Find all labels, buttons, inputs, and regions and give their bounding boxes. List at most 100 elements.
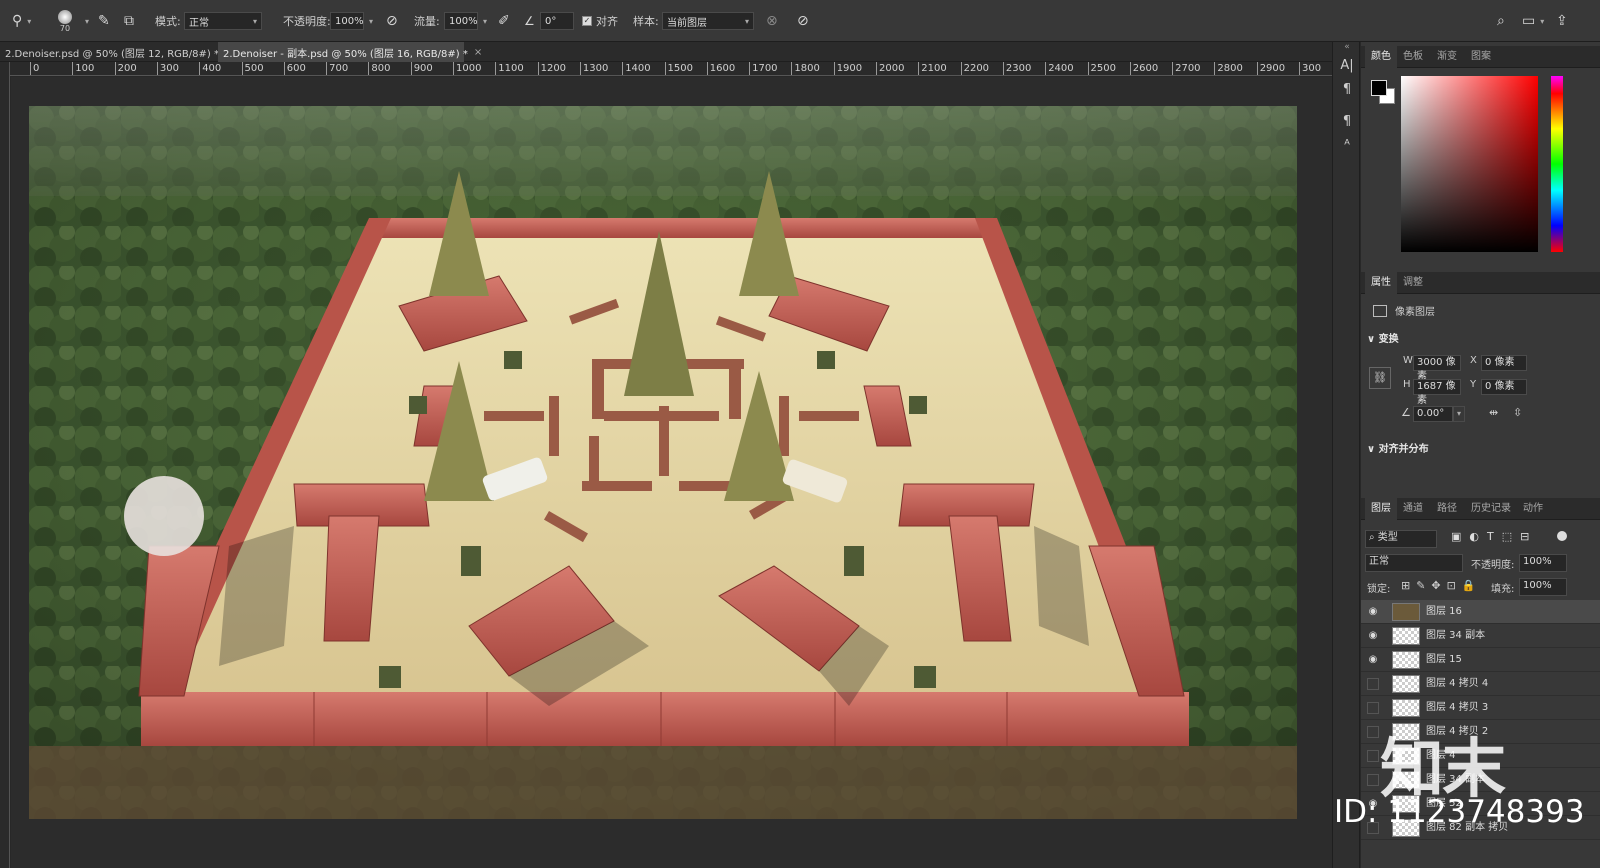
ruler-tick-label: 0 — [30, 62, 39, 75]
share-icon[interactable]: ⇪ — [1556, 0, 1568, 42]
brush-settings-icon[interactable]: ✎ — [98, 0, 110, 42]
sample-select[interactable]: 当前图层 ▾ — [662, 0, 754, 42]
brush-preset-arrow[interactable]: ▾ — [80, 0, 94, 42]
blend-mode-select[interactable]: 正常 — [1365, 554, 1463, 572]
tab-channels[interactable]: 通道 — [1397, 498, 1429, 520]
eye-icon[interactable]: ◉ — [1367, 654, 1379, 666]
ruler-tick-label: 2100 — [918, 62, 947, 75]
link-icon[interactable]: ⛓ — [1369, 367, 1391, 389]
lock-icons[interactable]: ⊞✎✥⊡🔒 — [1401, 579, 1482, 592]
tab-layers[interactable]: 图层 — [1365, 498, 1397, 520]
align-checkbox[interactable]: ✓ 对齐 — [582, 0, 618, 42]
layer-row[interactable]: ◉ 图层 34 副本 — [1361, 624, 1600, 648]
ignore-adjustment-icon[interactable]: ⊗ — [766, 0, 778, 42]
flow-input[interactable]: 100% ▾ — [444, 0, 492, 42]
ruler-tick-label: 2200 — [960, 62, 989, 75]
ruler-tick-label: 2000 — [876, 62, 904, 75]
brush-preset-picker[interactable]: 70 — [58, 0, 72, 42]
ruler-tick-label: 1100 — [495, 62, 524, 75]
pressure-opacity-icon[interactable]: ⊘ — [386, 0, 398, 42]
layer-row[interactable]: 图层 4 拷贝 4 — [1361, 672, 1600, 696]
x-input[interactable]: 0 像素 — [1481, 355, 1527, 371]
tab-gradients[interactable]: 渐变 — [1431, 46, 1463, 68]
vertical-ruler — [0, 62, 10, 868]
ruler-tick-label: 2400 — [1045, 62, 1074, 75]
chevron-down-icon: ▾ — [252, 16, 257, 26]
paragraph-panel-icon[interactable]: ¶ — [1339, 82, 1355, 98]
tab-properties[interactable]: 属性 — [1365, 272, 1397, 294]
layer-row[interactable]: ◉ 图层 15 — [1361, 648, 1600, 672]
visibility-toggle[interactable] — [1367, 726, 1379, 738]
visibility-toggle[interactable] — [1367, 750, 1379, 762]
x-label: X — [1470, 355, 1477, 366]
ruler-tick-label: 1600 — [706, 62, 735, 75]
y-input[interactable]: 0 像素 — [1481, 379, 1527, 395]
layer-opacity-input[interactable]: 100% — [1519, 554, 1567, 572]
tab-patterns[interactable]: 图案 — [1465, 46, 1497, 68]
tab-swatches[interactable]: 色板 — [1397, 46, 1429, 68]
clone-stamp-tool-icon[interactable]: ⚲ ▾ — [12, 0, 36, 42]
opacity-input[interactable]: 100% ▾ — [330, 0, 378, 42]
tab-paths[interactable]: 路径 — [1431, 498, 1463, 520]
lock-label: 锁定: — [1367, 584, 1391, 595]
layer-type-label: 像素图层 — [1395, 307, 1435, 318]
paragraph-style-icon[interactable]: ¶ — [1339, 114, 1355, 130]
layer-filter-icons[interactable]: ▣◐T⬚⊟ — [1451, 530, 1537, 543]
flip-horizontal-icon[interactable]: ⇹ — [1489, 406, 1498, 419]
layer-row[interactable]: ◉ 图层 16 — [1361, 600, 1600, 624]
tab-document-1[interactable]: 2.Denoiser.psd @ 50% (图层 12, RGB/8#) *× — [0, 42, 233, 62]
angle-input[interactable]: 0.00° — [1413, 406, 1453, 422]
ruler-tick-label: 1800 — [791, 62, 820, 75]
visibility-toggle[interactable] — [1367, 678, 1379, 690]
filter-toggle[interactable] — [1557, 531, 1567, 541]
tab-adjustments[interactable]: 调整 — [1397, 272, 1429, 294]
chevron-down-icon: ▾ — [744, 16, 749, 26]
ruler-tick-label: 2600 — [1129, 62, 1158, 75]
sample-label: 样本: — [633, 15, 659, 28]
canvas-area[interactable] — [11, 77, 1332, 868]
tab-document-2[interactable]: 2.Denoiser - 副本.psd @ 50% (图层 16, RGB/8#… — [218, 42, 482, 62]
airbrush-icon[interactable]: ✐ — [498, 0, 510, 42]
close-icon[interactable]: × — [474, 47, 482, 58]
chevron-down-icon[interactable]: ▾ — [1453, 406, 1465, 422]
search-icon[interactable]: ⌕ — [1497, 0, 1505, 42]
height-input[interactable]: 1687 像素 — [1413, 379, 1461, 406]
flip-vertical-icon[interactable]: ⇳ — [1513, 406, 1522, 419]
eye-icon[interactable]: ◉ — [1367, 630, 1379, 642]
align-distribute-section[interactable]: ∨ 对齐并分布 — [1367, 440, 1429, 455]
tab-history[interactable]: 历史记录 — [1465, 498, 1517, 520]
visibility-toggle[interactable] — [1367, 774, 1379, 786]
angle-input[interactable]: 0° — [540, 0, 574, 42]
foreground-color-front — [1371, 80, 1387, 96]
angle-value: 0° — [540, 12, 574, 30]
pressure-size-icon[interactable]: ⊘ — [797, 0, 809, 42]
character-panel-icon[interactable]: A| — [1339, 58, 1355, 74]
workspace-icon[interactable]: ▭ ▾ — [1522, 0, 1549, 42]
properties-panel-tabs: 属性 调整 — [1361, 272, 1600, 294]
layer-name: 图层 4 拷贝 3 — [1426, 702, 1489, 713]
tab-label: 2.Denoiser.psd @ 50% (图层 12, RGB/8#) * — [5, 48, 219, 60]
hue-slider[interactable] — [1551, 76, 1563, 252]
tab-actions[interactable]: 动作 — [1517, 498, 1549, 520]
ruler-tick-label: 600 — [283, 62, 306, 75]
character-style-icon[interactable]: ᴬ — [1339, 138, 1355, 154]
collapse-icon[interactable]: « — [1339, 42, 1355, 58]
eye-icon[interactable]: ◉ — [1367, 606, 1379, 618]
visibility-toggle[interactable] — [1367, 702, 1379, 714]
clone-source-icon[interactable]: ⧉ — [124, 0, 134, 42]
paintball-field-render — [29, 106, 1297, 819]
fill-label: 填充: — [1491, 584, 1515, 595]
color-field[interactable] — [1401, 76, 1538, 252]
mode-select[interactable]: 正常 ▾ — [184, 0, 262, 42]
tab-color[interactable]: 颜色 — [1365, 46, 1397, 68]
ruler-tick-label: 100 — [72, 62, 94, 75]
y-label: Y — [1470, 379, 1477, 390]
width-input[interactable]: 3000 像素 — [1413, 355, 1461, 382]
mode-label: 模式: — [155, 15, 181, 28]
transform-section[interactable]: ∨ 变换 — [1367, 330, 1399, 345]
layer-row[interactable]: 图层 4 拷贝 3 — [1361, 696, 1600, 720]
canvas-image[interactable] — [29, 106, 1297, 819]
fill-input[interactable]: 100% — [1519, 578, 1567, 596]
layer-filter-select[interactable]: ⌕ 类型 — [1365, 530, 1437, 548]
transform-title: 变换 — [1378, 334, 1399, 345]
